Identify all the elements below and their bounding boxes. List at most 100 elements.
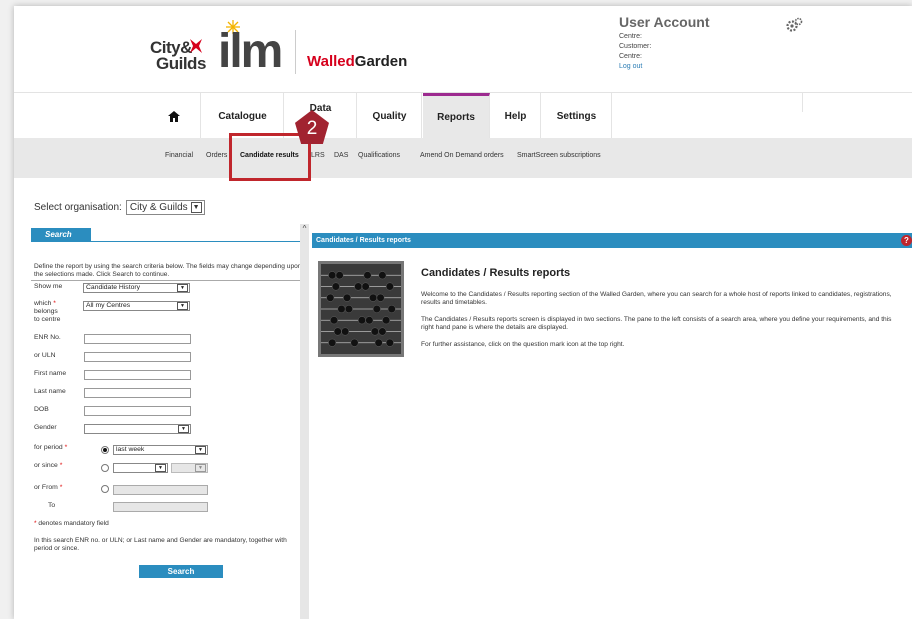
cg-emblem-icon [190, 39, 202, 53]
since-label: or since * [34, 462, 62, 470]
search-description: Define the report by using the search cr… [34, 263, 302, 278]
abacus-image [318, 261, 404, 357]
search-tab-underline [31, 241, 309, 242]
last-name-input[interactable] [84, 388, 191, 398]
ilm-logo: ilm [218, 20, 288, 78]
to-centre-label: to centre [34, 316, 61, 323]
uln-input[interactable] [84, 352, 191, 362]
which-label: which * [34, 300, 56, 308]
search-panel: Search Define the report by using the se… [31, 224, 309, 619]
garden-text: Garden [354, 53, 408, 70]
logo-divider [295, 30, 296, 74]
search-button[interactable]: Search [139, 565, 223, 578]
walled-text: Walled [307, 53, 355, 70]
centre-value: All my Centres [86, 302, 131, 309]
sub-nav: Financial Orders Candidate results LRS D… [14, 138, 912, 178]
to-label: To [48, 502, 56, 509]
belongs-label: belongs [34, 308, 58, 315]
to-input[interactable] [113, 502, 208, 512]
question-mark-icon[interactable]: ? [901, 235, 912, 246]
uln-label: or ULN [34, 352, 56, 359]
user-account: User Account Centre: Customer: Centre: L… [619, 14, 710, 70]
period-radio[interactable] [101, 446, 109, 454]
required-marker: * [59, 484, 63, 491]
chevron-down-icon: ▼ [190, 202, 202, 213]
period-label-text: for period [34, 444, 63, 451]
gears-icon[interactable] [785, 17, 803, 33]
nav-quality[interactable]: Quality [358, 93, 422, 139]
home-icon [167, 110, 180, 122]
subnav-smartscreen[interactable]: SmartScreen subscriptions [517, 152, 601, 159]
first-name-input[interactable] [84, 370, 191, 380]
header: City& Guilds ilm WalledGarden User Accou… [14, 6, 912, 92]
organisation-label: Select organisation: [34, 202, 122, 213]
results-panel: Candidates / Results reports ? Candidate… [312, 233, 912, 619]
last-name-label: Last name [34, 388, 66, 395]
search-divider [31, 280, 309, 281]
search-tab[interactable]: Search [31, 228, 91, 242]
enr-label: ENR No. [34, 334, 61, 341]
from-label: or From * [34, 484, 62, 492]
subnav-orders[interactable]: Orders [206, 152, 227, 159]
cg-logo-line2: Guilds [156, 54, 206, 73]
nav-help[interactable]: Help [491, 93, 541, 139]
chevron-down-icon: ▼ [155, 464, 166, 472]
gender-label: Gender [34, 424, 57, 431]
dob-input[interactable] [84, 406, 191, 416]
nav-home[interactable] [147, 93, 201, 139]
user-account-title: User Account [619, 14, 710, 30]
organisation-select[interactable]: City & Guilds ▼ [125, 200, 205, 215]
period-label: for period * [34, 444, 67, 452]
required-marker: * [34, 520, 37, 527]
required-marker: * [59, 462, 63, 469]
centre-label: Centre: [619, 33, 642, 40]
since-radio[interactable] [101, 464, 109, 472]
ilm-logo-text: ilm [218, 25, 283, 78]
since-year-select[interactable]: ▼ [171, 463, 208, 473]
chevron-down-icon: ▼ [178, 425, 189, 433]
from-input[interactable] [113, 485, 208, 495]
customer-label: Customer: [619, 43, 652, 50]
mandatory-note: * denotes mandatory field [34, 520, 304, 528]
chevron-up-icon[interactable]: ^ [300, 224, 309, 233]
first-name-label: First name [34, 370, 67, 377]
chevron-down-icon: ▼ [195, 446, 206, 454]
show-me-value: Candidate History [86, 284, 141, 291]
from-radio[interactable] [101, 485, 109, 493]
results-paragraph-1: Welcome to the Candidates / Results repo… [421, 291, 892, 306]
results-paragraph-2: The Candidates / Results reports screen … [421, 316, 892, 331]
results-panel-title: Candidates / Results reports [312, 233, 912, 248]
rule-note: In this search ENR no. or ULN; or Last n… [34, 537, 287, 552]
enr-input[interactable] [84, 334, 191, 344]
subnav-qualifications[interactable]: Qualifications [358, 152, 400, 159]
main-nav: Catalogue Data Quality Reports Help Sett… [14, 92, 912, 139]
highlight-box [229, 133, 311, 181]
page: City& Guilds ilm WalledGarden User Accou… [14, 6, 912, 619]
centre-select[interactable]: All my Centres ▼ [83, 301, 190, 311]
nav-reports[interactable]: Reports [423, 93, 490, 139]
centre-label-2: Centre: [619, 53, 642, 60]
city-guilds-logo: City& Guilds [148, 30, 208, 74]
subnav-financial[interactable]: Financial [165, 152, 193, 159]
required-marker: * [53, 300, 56, 307]
nav-settings-label: Settings [556, 110, 597, 122]
nav-catalogue-label: Catalogue [218, 110, 267, 122]
nav-separator [802, 92, 803, 112]
nav-settings[interactable]: Settings [542, 93, 612, 139]
scrollbar[interactable]: ^ [300, 224, 309, 619]
gender-select[interactable]: ▼ [84, 424, 191, 434]
period-select[interactable]: last week ▼ [113, 445, 208, 455]
since-label-text: or since [34, 462, 58, 469]
logout-link[interactable]: Log out [619, 63, 710, 70]
period-value: last week [116, 446, 145, 453]
show-me-select[interactable]: Candidate History ▼ [83, 283, 190, 293]
results-paragraph-3: For further assistance, click on the que… [421, 341, 625, 348]
subnav-lrs[interactable]: LRS [311, 152, 325, 159]
subnav-amend-orders[interactable]: Amend On Demand orders [420, 152, 504, 159]
chevron-down-icon: ▼ [195, 464, 206, 472]
since-month-select[interactable]: ▼ [113, 463, 168, 473]
subnav-das[interactable]: DAS [334, 152, 348, 159]
dob-label: DOB [34, 406, 49, 413]
walled-garden-logo: WalledGarden [307, 53, 407, 70]
chevron-down-icon: ▼ [177, 284, 188, 292]
